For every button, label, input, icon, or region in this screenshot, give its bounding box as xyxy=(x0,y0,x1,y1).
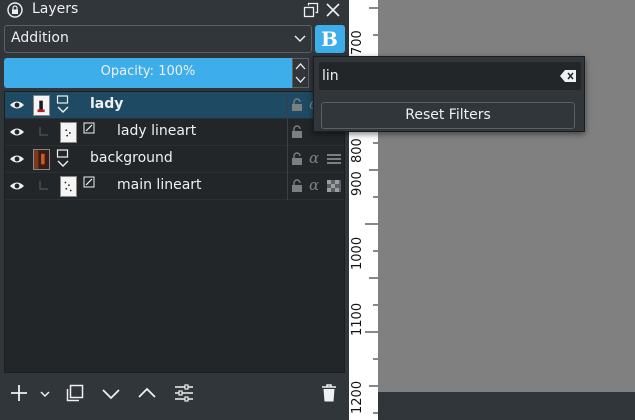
indent-connector-icon xyxy=(39,127,48,136)
layer-filter-button[interactable]: B xyxy=(315,25,345,53)
move-up-icon[interactable] xyxy=(136,382,158,404)
reset-filters-button[interactable]: Reset Filters xyxy=(321,102,575,129)
blending-mode-value: Addition xyxy=(11,30,69,46)
layer-name: background xyxy=(90,150,173,166)
chevron-up-icon[interactable] xyxy=(295,62,306,71)
docker-titlebar: Layers xyxy=(0,0,349,22)
layers-docker: Layers Addition B Opacity: 100% lady lad… xyxy=(0,0,349,420)
alpha-lock-icon[interactable]: α xyxy=(309,176,319,194)
layer-thumbnail xyxy=(33,95,50,116)
float-icon[interactable] xyxy=(303,2,319,18)
layer-row-background[interactable]: background α xyxy=(5,146,344,173)
filter-input[interactable] xyxy=(322,66,542,86)
layer-thumbnail xyxy=(60,176,77,197)
unlock-icon[interactable] xyxy=(290,179,304,193)
clone-layer-icon xyxy=(83,122,95,134)
ruler-label: 1100 xyxy=(350,302,365,336)
layer-row-lady-lineart[interactable]: lady lineart xyxy=(5,119,344,146)
move-down-icon[interactable] xyxy=(100,382,122,404)
opacity-slider[interactable]: Opacity: 100% xyxy=(4,58,292,88)
filter-field[interactable] xyxy=(319,62,581,90)
inherit-alpha-icon[interactable] xyxy=(327,153,341,165)
blending-mode-select[interactable]: Addition xyxy=(4,25,312,53)
layer-name: main lineart xyxy=(117,177,202,193)
unlock-icon[interactable] xyxy=(290,152,304,166)
canvas-bottom-strip xyxy=(378,392,635,420)
clear-text-icon[interactable] xyxy=(560,70,576,82)
eye-icon[interactable] xyxy=(9,152,25,166)
opacity-spinbox[interactable] xyxy=(292,58,309,88)
ruler-label: 700 xyxy=(350,30,365,55)
ruler-label: 1200 xyxy=(350,380,365,414)
layer-row-lady[interactable]: lady α xyxy=(5,92,344,119)
ruler-label: 800 xyxy=(350,138,365,163)
column-separator xyxy=(287,119,288,146)
chevron-down-icon[interactable] xyxy=(38,382,52,404)
docker-title: Layers xyxy=(32,1,79,17)
unlock-icon[interactable] xyxy=(290,125,304,139)
layer-name: lady lineart xyxy=(117,123,197,139)
eye-icon[interactable] xyxy=(9,179,25,193)
unlock-icon[interactable] xyxy=(290,98,304,112)
indent-connector-icon xyxy=(39,181,48,190)
chevron-down-icon[interactable] xyxy=(295,75,306,84)
clone-layer-icon xyxy=(83,176,95,188)
ruler-label: 900 xyxy=(350,171,365,196)
close-icon[interactable] xyxy=(325,2,341,18)
add-icon[interactable] xyxy=(8,382,30,404)
chevron-down-icon xyxy=(294,35,306,42)
column-separator xyxy=(287,146,288,173)
checker-icon[interactable] xyxy=(327,180,341,192)
opacity-label: Opacity: 100% xyxy=(100,64,196,79)
duplicate-icon[interactable] xyxy=(64,382,86,404)
column-separator xyxy=(287,92,288,119)
group-expand-icon[interactable] xyxy=(56,148,70,170)
layer-thumbnail xyxy=(60,122,77,143)
layer-list: lady α lady lineart background xyxy=(4,91,345,373)
trash-icon[interactable] xyxy=(318,382,340,404)
lock-icon[interactable] xyxy=(7,2,23,18)
layer-row-main-lineart[interactable]: main lineart α xyxy=(5,173,344,200)
layer-filter-popup: Reset Filters xyxy=(313,56,585,132)
layer-thumbnail xyxy=(33,149,50,170)
ruler-label: 1000 xyxy=(350,236,365,270)
layer-toolbar xyxy=(0,378,349,408)
column-separator xyxy=(287,173,288,200)
eye-icon[interactable] xyxy=(9,125,25,139)
alpha-lock-icon[interactable]: α xyxy=(309,149,319,167)
properties-icon[interactable] xyxy=(173,382,195,404)
eye-icon[interactable] xyxy=(9,98,25,112)
layer-name: lady xyxy=(90,96,124,112)
filter-b-icon: B xyxy=(321,27,338,51)
group-expand-icon[interactable] xyxy=(56,94,70,116)
